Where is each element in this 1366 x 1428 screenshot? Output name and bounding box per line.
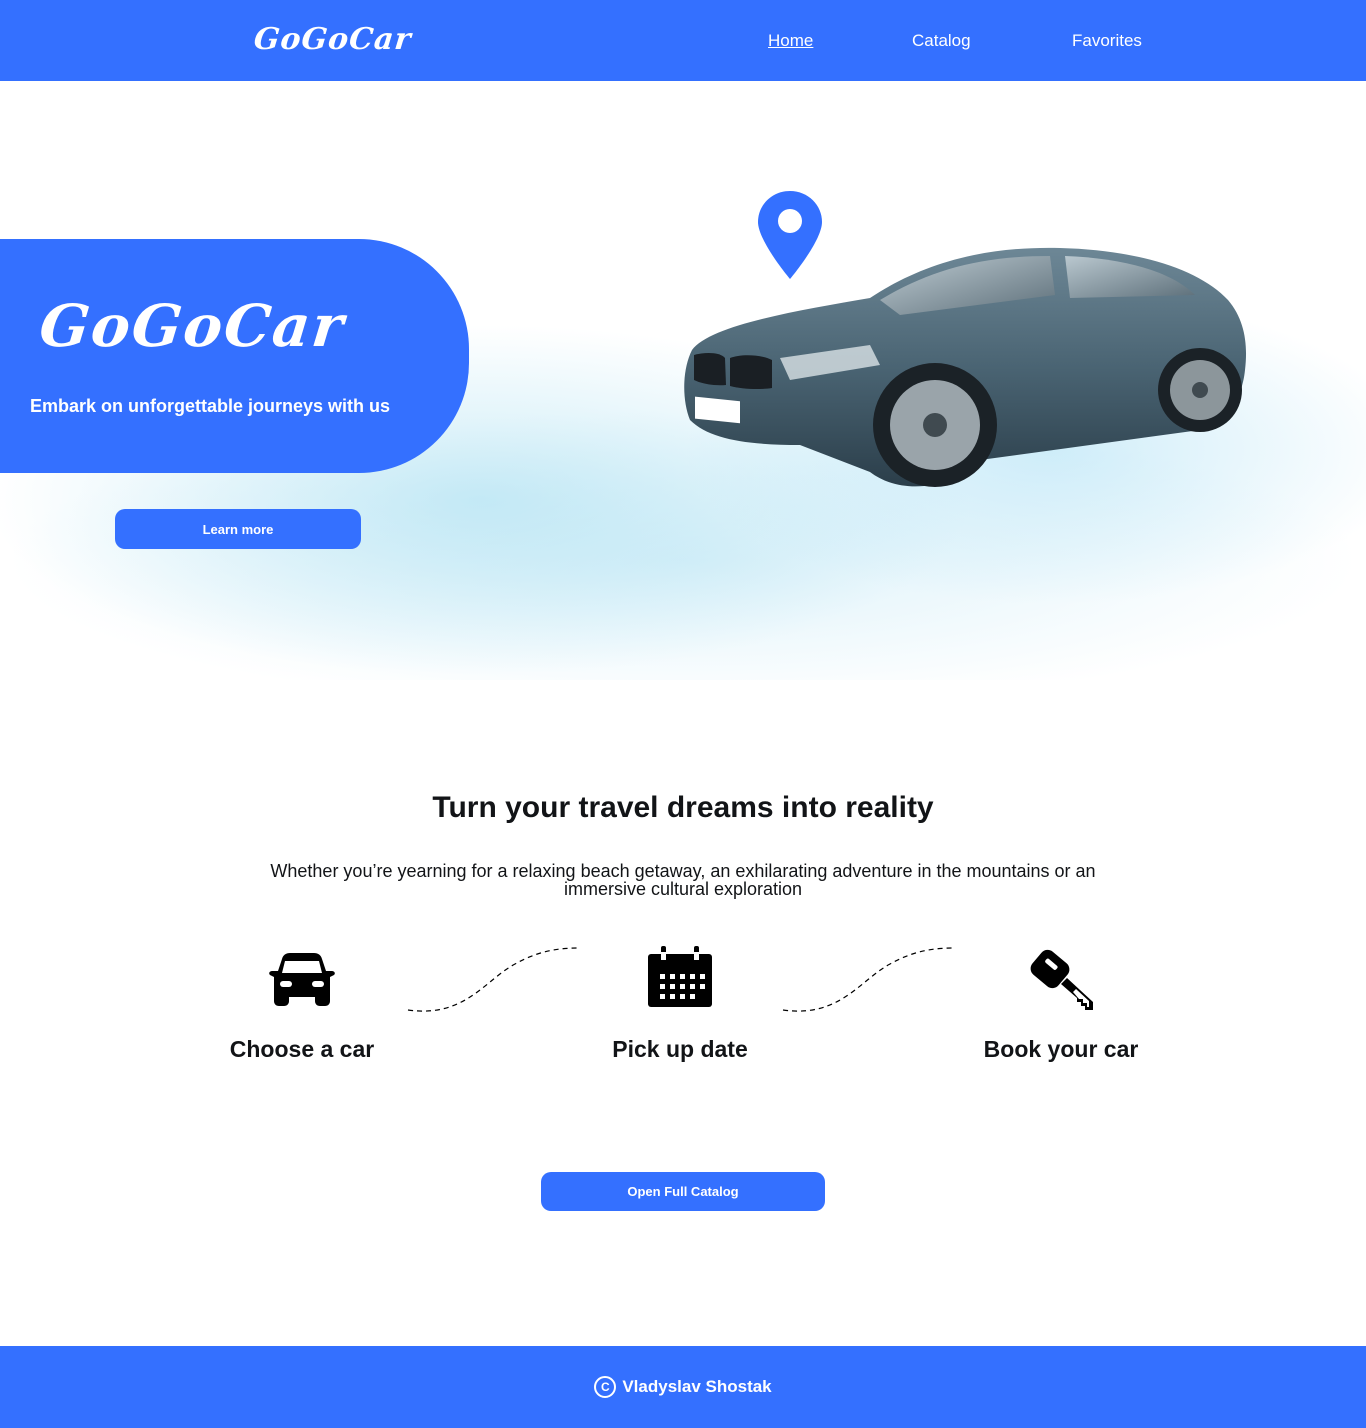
- calendar-icon: [648, 946, 712, 1007]
- car-image: [684, 247, 1247, 487]
- step-choose-car: Choose a car: [229, 1036, 375, 1062]
- connector-line: [782, 947, 956, 1012]
- hero-logo: GoGoCar: [36, 292, 349, 360]
- nav-home[interactable]: Home: [768, 31, 813, 51]
- header: GoGoCar Home Catalog Favorites: [0, 0, 1366, 81]
- section-title: Turn your travel dreams into reality: [432, 791, 934, 824]
- key-icon: [1030, 949, 1093, 1010]
- nav-favorites[interactable]: Favorites: [1072, 31, 1142, 51]
- hero-tagline: Embark on unforgettable journeys with us: [30, 396, 391, 416]
- copyright-icon: C: [594, 1376, 617, 1398]
- car-icon: [269, 953, 335, 1006]
- learn-more-button[interactable]: Learn more: [115, 509, 361, 549]
- open-full-catalog-button[interactable]: Open Full Catalog: [541, 1172, 825, 1211]
- step-pick-up-date: Pick up date: [612, 1036, 748, 1062]
- footer-author: Vladyslav Shostak: [622, 1377, 772, 1396]
- nav-catalog[interactable]: Catalog: [912, 31, 971, 51]
- connector-line: [407, 947, 581, 1012]
- header-logo[interactable]: GoGoCar: [252, 22, 413, 57]
- section-description: Whether you’re yearning for a relaxing b…: [270, 861, 1096, 899]
- step-book-car: Book your car: [983, 1036, 1139, 1062]
- footer: C Vladyslav Shostak: [0, 1346, 1366, 1428]
